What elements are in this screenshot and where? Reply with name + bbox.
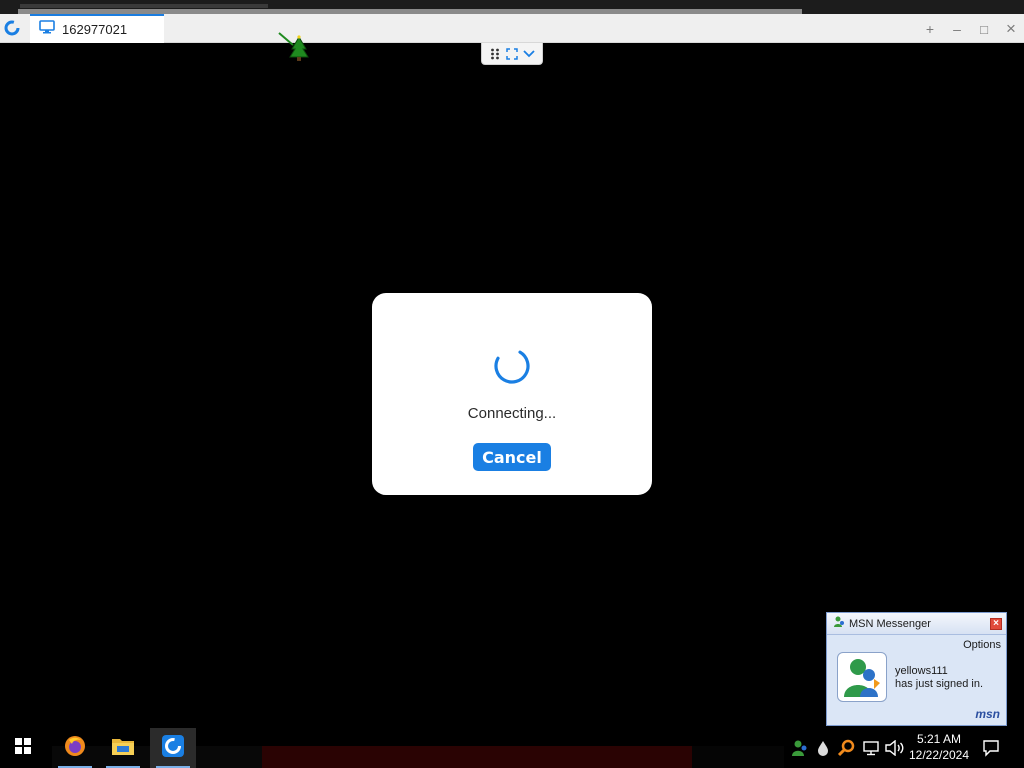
msn-popup-titlebar: MSN Messenger ×	[827, 613, 1006, 635]
app-logo-icon[interactable]	[4, 20, 20, 36]
session-tab[interactable]: 162977021	[30, 14, 164, 43]
drop-tray-icon[interactable]	[813, 738, 833, 758]
taskbar: 5:21 AM 12/22/2024	[0, 728, 1024, 768]
msn-options-link[interactable]: Options	[963, 639, 1001, 651]
msn-username: yellows111	[895, 665, 948, 677]
chevron-down-icon[interactable]	[522, 47, 536, 61]
cancel-button[interactable]: Cancel	[473, 443, 551, 471]
taskbar-file-explorer[interactable]	[100, 728, 146, 768]
fullscreen-icon[interactable]	[505, 47, 519, 61]
magnifier-tray-icon[interactable]	[836, 738, 856, 758]
start-button[interactable]	[0, 728, 46, 768]
taskbar-firefox[interactable]	[52, 728, 98, 768]
clock-date: 12/22/2024	[908, 748, 970, 762]
msn-popup-title: MSN Messenger	[849, 617, 931, 630]
background-window-tab	[20, 4, 268, 8]
msn-notification-popup[interactable]: MSN Messenger × Options yellows111 has j…	[826, 612, 1007, 726]
taskbar-remote-desktop-app[interactable]	[150, 728, 196, 768]
background-window-strip	[0, 0, 1024, 14]
notification-center-icon[interactable]	[981, 738, 1001, 758]
tree-cursor-icon	[277, 31, 311, 65]
loading-spinner-icon	[491, 345, 533, 387]
minimize-button[interactable]: –	[944, 18, 970, 40]
windows-logo-icon	[15, 737, 31, 759]
msn-buddy-icon	[833, 615, 845, 633]
folder-icon	[111, 735, 135, 762]
session-tab-label: 162977021	[62, 22, 128, 37]
monitor-icon	[39, 20, 55, 39]
msn-avatar	[837, 652, 887, 702]
new-tab-button[interactable]: +	[917, 18, 943, 40]
taskbar-background-strip-dark	[692, 746, 784, 768]
remote-app-icon	[161, 734, 185, 763]
maximize-button[interactable]: □	[971, 18, 997, 40]
msn-tray-icon[interactable]	[790, 738, 810, 758]
msn-logo: msn	[975, 707, 1000, 721]
volume-icon[interactable]	[884, 738, 904, 758]
app-titlebar: 162977021 + – □ ×	[0, 14, 1024, 43]
taskbar-background-strip-red	[262, 746, 692, 768]
firefox-icon	[63, 734, 87, 763]
msn-message-text: has just signed in.	[895, 678, 984, 690]
clock-time: 5:21 AM	[916, 732, 962, 746]
close-button[interactable]: ×	[998, 18, 1024, 40]
msn-close-icon[interactable]: ×	[990, 618, 1002, 630]
network-icon[interactable]	[861, 738, 881, 758]
drag-handle-icon[interactable]	[488, 47, 502, 61]
remote-session-toolbar	[481, 43, 543, 65]
msn-signin-message: yellows111 has just signed in.	[895, 665, 983, 691]
connecting-dialog: Connecting... Cancel	[372, 293, 652, 495]
connecting-status-text: Connecting...	[467, 405, 557, 422]
taskbar-clock[interactable]: 5:21 AM 12/22/2024	[906, 731, 972, 763]
